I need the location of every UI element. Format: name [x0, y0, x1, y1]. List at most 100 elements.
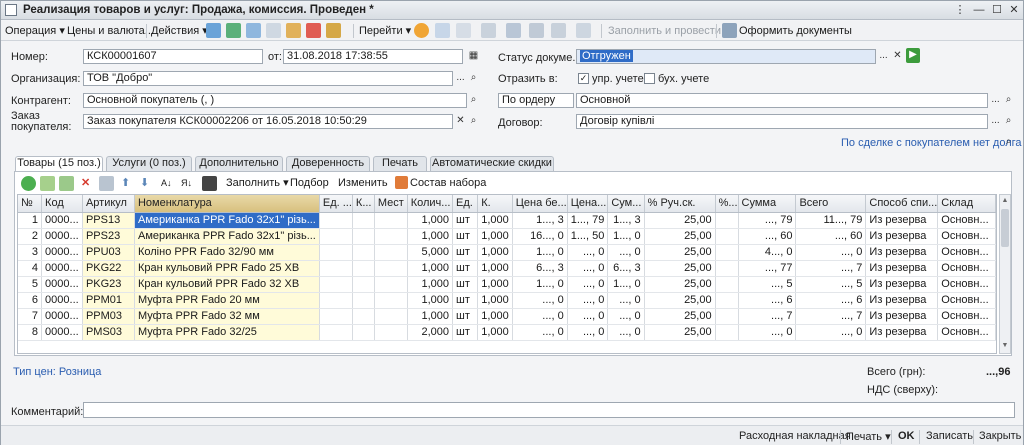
acct-checkbox[interactable]: [644, 73, 655, 84]
table-cell[interactable]: 11..., 79: [795, 212, 867, 229]
close-icon[interactable]: ✕: [1006, 3, 1022, 17]
column-header[interactable]: % Руч.ск.: [644, 195, 716, 213]
table-cell[interactable]: [374, 308, 408, 325]
table-cell[interactable]: [319, 292, 353, 309]
goto-menu[interactable]: Перейти ▾: [359, 24, 411, 39]
table-cell[interactable]: Из резерва: [865, 244, 939, 261]
table-cell[interactable]: Основн...: [937, 228, 996, 245]
search-icon[interactable]: ⌕: [1002, 135, 1015, 150]
delete-icon[interactable]: [306, 23, 321, 38]
table-cell[interactable]: [715, 260, 739, 277]
table-cell[interactable]: шт: [452, 292, 479, 309]
column-header[interactable]: Мест: [374, 195, 408, 213]
minimize-icon[interactable]: —: [971, 3, 987, 17]
tab-auto-discounts[interactable]: Автоматические скидки: [430, 156, 554, 171]
search-icon[interactable]: ⌕: [1002, 93, 1015, 108]
table-cell[interactable]: 4..., 0: [738, 244, 797, 261]
table-cell[interactable]: [319, 308, 353, 325]
tab-goods[interactable]: Товары (15 поз.): [15, 156, 103, 172]
table-cell[interactable]: [319, 324, 353, 341]
table-cell[interactable]: 1,000: [407, 228, 454, 245]
table-cell[interactable]: 1,000: [477, 244, 513, 261]
order-field[interactable]: Заказ покупателя КСК00002206 от 16.05.20…: [83, 114, 453, 129]
table-cell[interactable]: ..., 7: [795, 308, 867, 325]
table-cell[interactable]: 1..., 50: [567, 228, 609, 245]
table-cell[interactable]: [374, 212, 408, 229]
table-cell[interactable]: ..., 7: [738, 308, 797, 325]
move-down-icon[interactable]: ⬇: [140, 176, 149, 190]
table-cell[interactable]: 1,000: [477, 292, 513, 309]
table-cell[interactable]: ..., 0: [607, 308, 645, 325]
table-cell[interactable]: ..., 0: [567, 244, 609, 261]
table-cell[interactable]: [715, 244, 739, 261]
column-header[interactable]: К...: [352, 195, 375, 213]
table-cell[interactable]: 1: [18, 212, 43, 229]
tab-print[interactable]: Печать: [373, 156, 427, 171]
table-row[interactable]: 8 0000... PMS03 Муфта PPR Fado 32/25 2,000 шт…: [18, 324, 996, 341]
column-header[interactable]: Колич...: [407, 195, 454, 213]
table-cell[interactable]: [352, 244, 375, 261]
table-cell[interactable]: Американка PPR Fado 32x1" різь...: [134, 212, 320, 229]
search-icon[interactable]: ⌕: [467, 114, 480, 129]
clear-icon[interactable]: ✕: [454, 114, 467, 129]
choose-icon[interactable]: ...: [877, 49, 890, 64]
table-cell[interactable]: ..., 0: [512, 308, 568, 325]
table-cell[interactable]: 1,000: [477, 276, 513, 293]
table-cell[interactable]: 0000...: [41, 276, 83, 293]
table-cell[interactable]: Американка PPR Fado 32x1" різь...: [134, 228, 320, 245]
table-cell[interactable]: ..., 5: [795, 276, 867, 293]
post-icon[interactable]: [246, 23, 261, 38]
table-row[interactable]: 2 0000... PPS23 Американка PPR Fado 32x1" р…: [18, 228, 996, 245]
kit-button[interactable]: Состав набора: [410, 176, 486, 190]
table-cell[interactable]: ..., 0: [567, 260, 609, 277]
scroll-thumb[interactable]: [1001, 209, 1009, 247]
table-cell[interactable]: 25,00: [644, 212, 716, 229]
move-up-icon[interactable]: ⬆: [121, 176, 130, 190]
table-cell[interactable]: 1,000: [407, 308, 454, 325]
barcode-icon[interactable]: [202, 176, 217, 191]
column-header[interactable]: Артикул: [82, 195, 135, 213]
run-icon[interactable]: ▶: [906, 48, 920, 63]
edit-icon[interactable]: [266, 23, 281, 38]
operation-menu[interactable]: Операция ▾: [5, 24, 65, 39]
table-cell[interactable]: 25,00: [644, 292, 716, 309]
contractor-field[interactable]: Основной покупатель (, ): [83, 93, 467, 108]
tab-power-of-attorney[interactable]: Доверенность: [286, 156, 370, 171]
table-row[interactable]: 4 0000... PKG22 Кран кульовий PPR Fado 25 Х…: [18, 260, 996, 277]
table-cell[interactable]: 8: [18, 324, 43, 341]
table-cell[interactable]: 1..., 3: [512, 212, 568, 229]
change-button[interactable]: Изменить: [338, 176, 388, 190]
table-row[interactable]: 3 0000... PPU03 Коліно PPR Fado 32/90 мм 5,0…: [18, 244, 996, 261]
table-cell[interactable]: ..., 6: [738, 292, 797, 309]
table-cell[interactable]: [352, 276, 375, 293]
table-cell[interactable]: PPS13: [82, 212, 135, 229]
column-header[interactable]: Сумма: [738, 195, 797, 213]
table-cell[interactable]: Муфта PPR Fado 32 мм: [134, 308, 320, 325]
table-cell[interactable]: PPU03: [82, 244, 135, 261]
tab-additional[interactable]: Дополнительно: [195, 156, 283, 171]
table-cell[interactable]: PMS03: [82, 324, 135, 341]
fill-menu[interactable]: Заполнить ▾: [226, 176, 289, 190]
column-header[interactable]: Всего: [795, 195, 867, 213]
vertical-scrollbar[interactable]: ▲ ▼: [999, 194, 1011, 354]
comment-field[interactable]: [83, 402, 1015, 418]
actions-menu[interactable]: Действия ▾: [151, 24, 208, 39]
list-icon[interactable]: [529, 23, 544, 38]
table-cell[interactable]: ..., 0: [607, 292, 645, 309]
table-cell[interactable]: 1,000: [407, 276, 454, 293]
table-cell[interactable]: 0000...: [41, 244, 83, 261]
edit-row-icon[interactable]: [59, 176, 74, 191]
table-cell[interactable]: ..., 0: [567, 292, 609, 309]
table-row[interactable]: 7 0000... PPM03 Муфта PPR Fado 32 мм 1,000 шт…: [18, 308, 996, 325]
folder-icon[interactable]: [326, 23, 341, 38]
sort-desc-icon[interactable]: Я↓: [181, 176, 192, 190]
table-cell[interactable]: 1..., 3: [607, 212, 645, 229]
status-field[interactable]: Отгружен: [576, 49, 876, 64]
table-cell[interactable]: [319, 276, 353, 293]
table-cell[interactable]: [374, 260, 408, 277]
contract-field[interactable]: Договір купівлі: [576, 114, 988, 129]
table-cell[interactable]: 0000...: [41, 260, 83, 277]
table-cell[interactable]: ..., 0: [607, 324, 645, 341]
table-cell[interactable]: [715, 276, 739, 293]
table-cell[interactable]: [374, 244, 408, 261]
